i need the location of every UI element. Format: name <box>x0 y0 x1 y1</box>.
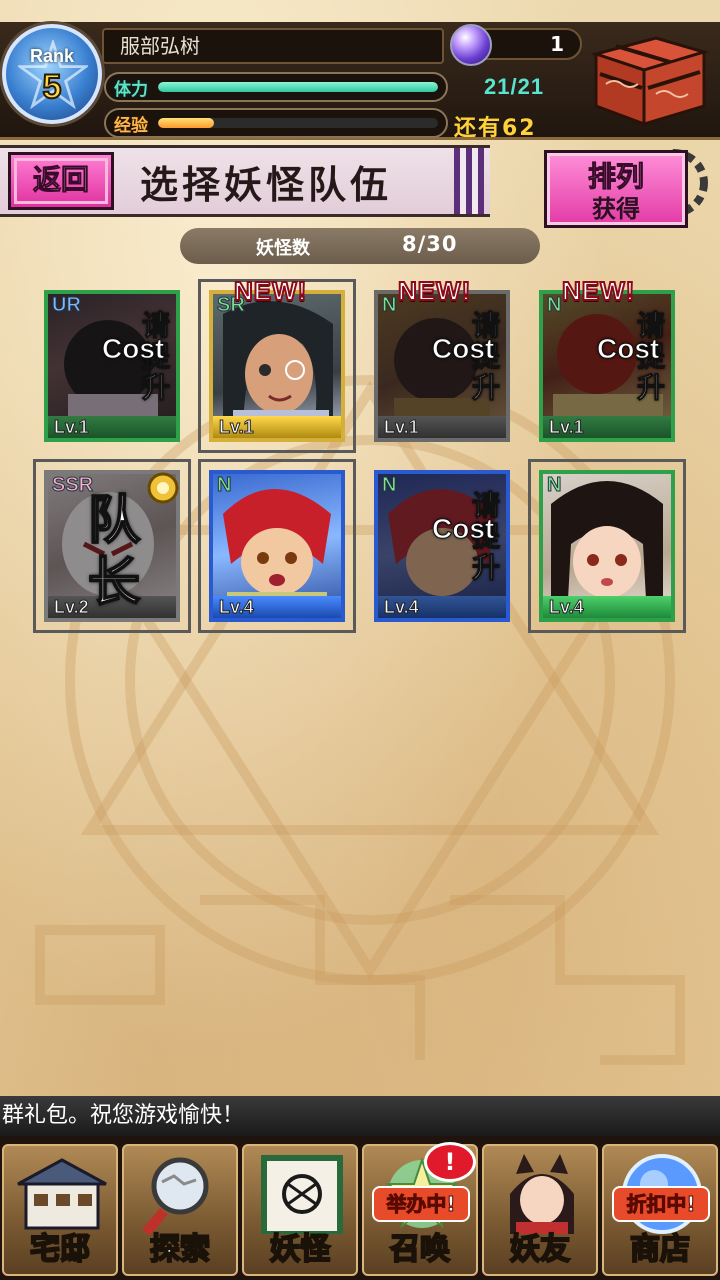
new-badge: NEW! <box>561 275 636 307</box>
news-ticker: 群礼包。祝您游戏愉快！ <box>0 1096 720 1136</box>
page-title: 选择妖怪队伍 <box>140 163 393 207</box>
nav-mansion[interactable]: 宅邸 <box>2 1144 118 1276</box>
yokai-card[interactable]: N 请提升 Cost Lv.1 <box>539 290 675 442</box>
cost-word: Cost <box>432 514 495 543</box>
alert-badge: ! <box>424 1142 476 1182</box>
yokai-card[interactable]: SR Lv.1 <box>198 279 356 453</box>
rarity-badge: N <box>381 474 397 497</box>
stamina-track <box>158 82 438 92</box>
bottom-nav: 宅邸 探索 妖怪 举办中! ! 召唤 妖友 折扣中! 商店 <box>0 1136 720 1280</box>
stamina-bar: 体力 <box>104 72 448 102</box>
magnifier-map-icon <box>142 1157 209 1234</box>
nav-label: 妖友 <box>509 1231 571 1268</box>
level-label: Lv.4 <box>549 597 585 618</box>
exp-fill <box>158 118 214 128</box>
stamina-value: 21/21 <box>484 74 545 99</box>
nav-label: 妖怪 <box>269 1231 331 1268</box>
nav-label: 商店 <box>629 1231 691 1268</box>
player-name: 服部弘树 <box>102 28 444 64</box>
back-button[interactable]: 返回 <box>8 152 114 210</box>
nav-label: 召唤 <box>389 1231 451 1268</box>
cost-word: Cost <box>432 334 495 363</box>
nav-friends[interactable]: 妖友 <box>482 1144 598 1276</box>
sort-mode-label: 获得 <box>592 195 640 223</box>
rank-label: Rank <box>29 46 74 66</box>
yokai-count-value: 8/30 <box>402 232 458 256</box>
exp-label: 经验 <box>114 116 148 136</box>
level-label: Lv.4 <box>384 597 420 618</box>
nav-explore[interactable]: 探索 <box>122 1144 238 1276</box>
event-tag: 举办中! <box>372 1186 470 1222</box>
fox-girl-icon <box>510 1154 574 1234</box>
exp-track <box>158 118 438 128</box>
rarity-badge: N <box>216 474 232 497</box>
gem-orb-icon <box>450 24 492 66</box>
rarity-badge: N <box>546 294 562 317</box>
yokai-count-label: 妖怪数 <box>256 238 310 259</box>
scroll-icon <box>261 1155 343 1234</box>
nav-label: 探索 <box>149 1231 211 1268</box>
rarity-badge: N <box>546 474 562 497</box>
yokai-card[interactable]: N Lv.4 <box>528 459 686 633</box>
title-stripe-decoration <box>454 148 484 214</box>
sort-button[interactable]: 排列 获得 <box>544 150 688 228</box>
rarity-badge: N <box>381 294 397 317</box>
level-label: Lv.1 <box>54 417 90 438</box>
stamina-label: 体力 <box>114 80 148 100</box>
new-badge: NEW! <box>233 275 308 307</box>
gem-counter[interactable]: 1 <box>450 24 582 66</box>
stamina-fill <box>158 82 438 92</box>
rank-badge[interactable]: Rank 5 <box>2 24 102 124</box>
yokai-card[interactable]: N 请提升 Cost Lv.4 <box>374 470 510 622</box>
nav-yokai[interactable]: 妖怪 <box>242 1144 358 1276</box>
level-label: Lv.1 <box>219 417 255 438</box>
nav-label: 宅邸 <box>29 1231 91 1268</box>
yokai-card[interactable]: N 请提升 Cost Lv.1 <box>374 290 510 442</box>
yokai-card[interactable]: UR 请提升 Cost Lv.1 <box>44 290 180 442</box>
level-label: Lv.4 <box>219 597 255 618</box>
medal-icon <box>147 472 179 504</box>
rarity-badge: UR <box>52 294 82 317</box>
yokai-card[interactable]: N Lv.4 <box>198 459 356 633</box>
yokai-count-bar: 妖怪数 8/30 <box>180 228 540 264</box>
level-label: Lv.2 <box>54 597 90 618</box>
rarity-badge: SSR <box>51 474 94 497</box>
treasure-box-icon[interactable] <box>586 34 710 128</box>
event-tag: 折扣中! <box>612 1186 710 1222</box>
new-badge: NEW! <box>397 275 472 307</box>
leader-label: 队长 <box>87 490 141 614</box>
level-label: Lv.1 <box>549 417 585 438</box>
nav-shop[interactable]: 折扣中! 商店 <box>602 1144 718 1276</box>
cost-word: Cost <box>102 334 165 363</box>
cost-word: Cost <box>597 334 660 363</box>
level-label: Lv.1 <box>384 417 420 438</box>
rank-value: 5 <box>42 67 63 107</box>
nav-summon[interactable]: 举办中! ! 召唤 <box>362 1142 478 1276</box>
exp-bar: 经验 <box>104 108 448 138</box>
mansion-icon <box>17 1158 107 1230</box>
exp-remaining: 还有62 <box>454 116 537 141</box>
gem-count: 1 <box>550 32 564 56</box>
